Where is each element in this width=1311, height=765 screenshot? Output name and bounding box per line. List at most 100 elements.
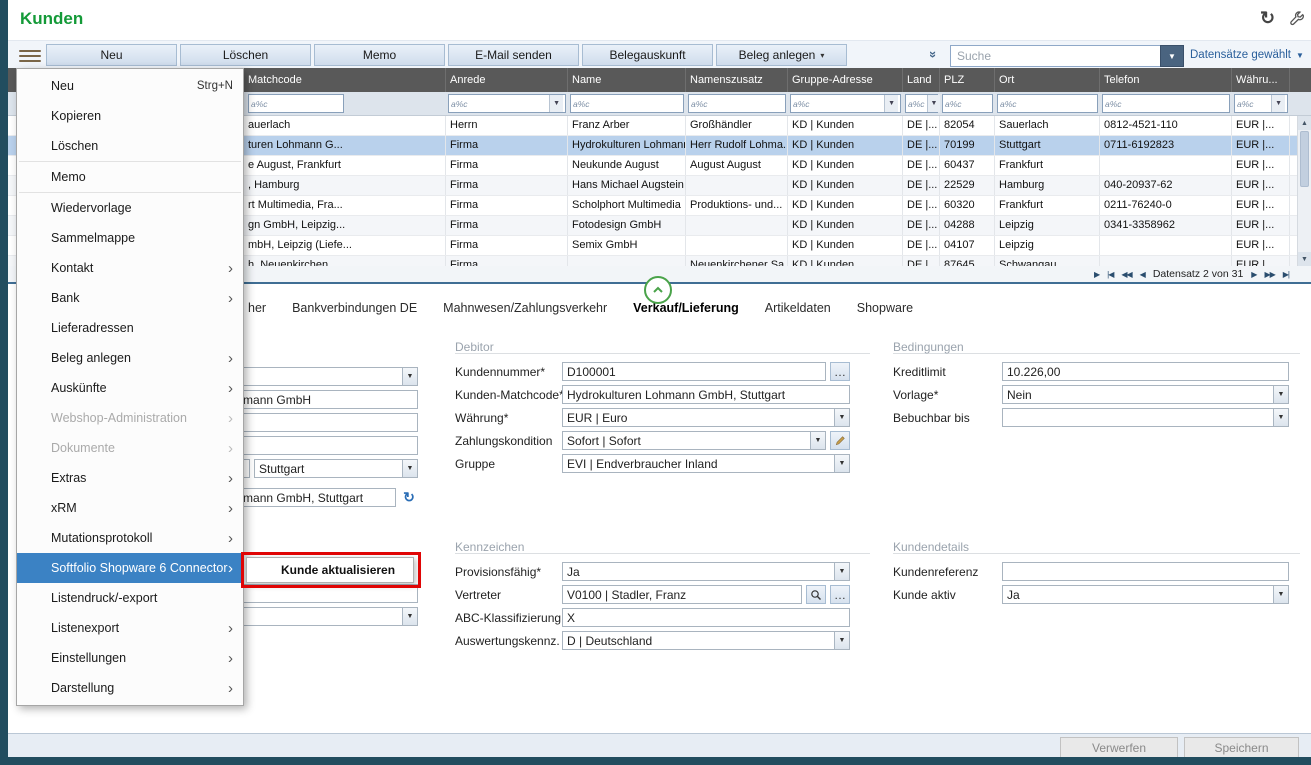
filter-operator-icon[interactable]: a%c — [1105, 99, 1122, 109]
discard-button[interactable]: Verwerfen — [1060, 737, 1178, 759]
menu-item-mutationsprotokoll[interactable]: Mutationsprotokoll› — [17, 523, 243, 553]
tab-bankverbindungen-de[interactable]: Bankverbindungen DE — [292, 301, 417, 315]
select-provisionsfähig[interactable]: Ja▼ — [562, 562, 850, 581]
column-header-namenszusatz[interactable]: Namenszusatz — [686, 68, 788, 92]
prev-record-icon[interactable]: ◀ — [1140, 270, 1145, 279]
filter-operator-icon[interactable]: a%c — [793, 99, 810, 109]
refresh-icon[interactable]: ↻ — [1260, 8, 1275, 29]
collapse-grid-button[interactable] — [644, 276, 672, 304]
filter-box-gruppe-adresse[interactable]: a%c▼ — [790, 94, 901, 113]
current-record-icon[interactable]: ▶ — [1094, 270, 1099, 279]
menu-item-beleg-anlegen[interactable]: Beleg anlegen› — [17, 343, 243, 373]
filter-operator-icon[interactable]: a%c — [1000, 99, 1017, 109]
edit-icon[interactable] — [830, 431, 850, 450]
prev-page-icon[interactable]: ◀◀ — [1121, 270, 1131, 279]
ellipsis-button[interactable]: … — [830, 362, 850, 381]
submenu-item-kunde-aktualisieren[interactable]: Kunde aktualisieren — [246, 557, 414, 583]
menu-item-kopieren[interactable]: Kopieren — [17, 101, 243, 131]
filter-input-telefon[interactable] — [1124, 96, 1227, 111]
column-header-währu[interactable]: Währu... — [1232, 68, 1290, 92]
chevron-down-icon[interactable]: ▼ — [549, 95, 563, 112]
chevron-down-icon[interactable]: ▼ — [834, 563, 849, 580]
filter-operator-icon[interactable]: a%c — [451, 99, 468, 109]
column-header-ort[interactable]: Ort — [995, 68, 1100, 92]
menu-item-listendruck-export[interactable]: Listendruck/-export — [17, 583, 243, 613]
menu-item-extras[interactable]: Extras› — [17, 463, 243, 493]
filter-input-ort[interactable] — [1019, 96, 1095, 111]
filter-box-ort[interactable]: a%c — [997, 94, 1098, 113]
filter-box-telefon[interactable]: a%c — [1102, 94, 1230, 113]
city-select[interactable]: Stuttgart ▼ — [254, 459, 418, 478]
chevron-down-icon[interactable]: ▼ — [834, 455, 849, 472]
input-kreditlimit[interactable] — [1002, 362, 1289, 381]
menu-item-listenexport[interactable]: Listenexport› — [17, 613, 243, 643]
column-header-telefon[interactable]: Telefon — [1100, 68, 1232, 92]
select-währung[interactable]: EUR | Euro▼ — [562, 408, 850, 427]
menu-item-webshop-administration[interactable]: Webshop-Administration› — [17, 403, 243, 433]
select-kunde-aktiv[interactable]: Ja▼ — [1002, 585, 1289, 604]
chevron-down-icon[interactable]: ▼ — [927, 95, 941, 112]
filter-input-name[interactable] — [592, 96, 681, 111]
filter-box-währu[interactable]: a%c ▼ — [1234, 94, 1288, 113]
scroll-down-icon[interactable]: ▼ — [1298, 252, 1311, 266]
chevron-down-icon[interactable]: ▼ — [1273, 409, 1288, 426]
refresh-matchcode-icon[interactable]: ↻ — [400, 488, 418, 507]
filter-dropdown-button[interactable]: ▼ — [1160, 45, 1184, 67]
column-header-anrede[interactable]: Anrede — [446, 68, 568, 92]
filter-input-namenszusatz[interactable] — [710, 96, 783, 111]
scrollbar-thumb[interactable] — [1300, 131, 1309, 187]
input-abc-klassifizierung[interactable] — [562, 608, 850, 627]
menu-item-einstellungen[interactable]: Einstellungen› — [17, 643, 243, 673]
tab-shopware[interactable]: Shopware — [857, 301, 913, 315]
menu-item-memo[interactable]: Memo — [17, 162, 243, 192]
chevron-down-icon[interactable]: ▼ — [402, 460, 417, 477]
menu-item-löschen[interactable]: Löschen — [17, 131, 243, 161]
toolbar-button-neu[interactable]: Neu — [46, 44, 177, 66]
filter-operator-icon[interactable]: a%c — [1237, 99, 1254, 109]
scroll-up-icon[interactable]: ▲ — [1298, 116, 1311, 130]
menu-item-bank[interactable]: Bank› — [17, 283, 243, 313]
select-auswertungskennz[interactable]: D | Deutschland▼ — [562, 631, 850, 650]
hamburger-menu-icon[interactable] — [19, 47, 41, 63]
column-header-plz[interactable]: PLZ — [940, 68, 995, 92]
input-kunden-matchcode[interactable] — [562, 385, 850, 404]
filter-box-matchcode[interactable]: a%c — [248, 94, 344, 113]
menu-item-wiedervorlage[interactable]: Wiedervorlage — [17, 193, 243, 223]
input-kundennummer[interactable] — [562, 362, 826, 381]
menu-item-sammelmappe[interactable]: Sammelmappe — [17, 223, 243, 253]
tab-artikeldaten[interactable]: Artikeldaten — [765, 301, 831, 315]
menu-item-auskünfte[interactable]: Auskünfte› — [17, 373, 243, 403]
toolbar-button-belegauskunft[interactable]: Belegauskunft — [582, 44, 713, 66]
last-record-icon[interactable]: ▶| — [1283, 270, 1289, 279]
select-zahlungskondition[interactable]: Sofort | Sofort▼ — [562, 431, 826, 450]
menu-item-kontakt[interactable]: Kontakt› — [17, 253, 243, 283]
select-vorlage[interactable]: Nein▼ — [1002, 385, 1289, 404]
ellipsis-button[interactable]: … — [830, 585, 850, 604]
search-icon[interactable] — [806, 585, 826, 604]
wrench-icon[interactable] — [1289, 11, 1305, 27]
chevron-down-icon[interactable]: ▼ — [810, 432, 825, 449]
filter-box-anrede[interactable]: a%c ▼ — [448, 94, 566, 113]
input-vertreter[interactable] — [562, 585, 802, 604]
toolbar-button-e-mail-senden[interactable]: E-Mail senden — [448, 44, 579, 66]
vertical-scrollbar[interactable]: ▲ ▼ — [1297, 116, 1311, 266]
filter-input-währu[interactable] — [1256, 96, 1272, 111]
column-header-gruppe-adresse[interactable]: Gruppe-Adresse — [788, 68, 903, 92]
next-page-icon[interactable]: ▶▶ — [1264, 270, 1274, 279]
menu-item-darstellung[interactable]: Darstellung› — [17, 673, 243, 703]
menu-item-xrm[interactable]: xRM› — [17, 493, 243, 523]
select-gruppe[interactable]: EVI | Endverbraucher Inland▼ — [562, 454, 850, 473]
chevron-down-icon[interactable]: ▼ — [1271, 95, 1285, 112]
filter-input-gruppe-adresse[interactable] — [812, 96, 885, 111]
tab-mahnwesen-zahlungsverkehr[interactable]: Mahnwesen/Zahlungsverkehr — [443, 301, 607, 315]
menu-item-softfolio-shopware-6-connector[interactable]: Softfolio Shopware 6 Connector› — [17, 553, 243, 583]
filter-operator-icon[interactable]: a%c — [945, 99, 962, 109]
select-bebuchbar-bis[interactable]: ▼ — [1002, 408, 1289, 427]
tab-her[interactable]: her — [248, 301, 266, 315]
menu-item-dokumente[interactable]: Dokumente› — [17, 433, 243, 463]
input-kundenreferenz[interactable] — [1002, 562, 1289, 581]
next-record-icon[interactable]: ▶ — [1251, 270, 1256, 279]
tab-verkauf-lieferung[interactable]: Verkauf/Lieferung — [633, 301, 739, 315]
first-record-icon[interactable]: |◀ — [1107, 270, 1113, 279]
filter-box-name[interactable]: a%c — [570, 94, 684, 113]
